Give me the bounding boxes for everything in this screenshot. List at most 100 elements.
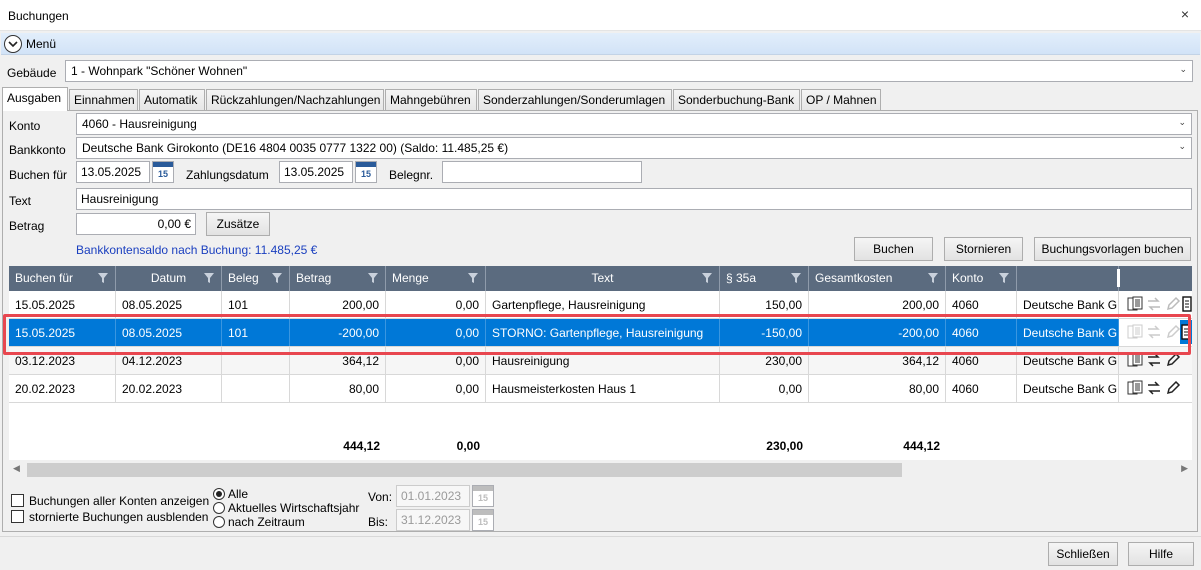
- filter-icon[interactable]: [203, 272, 215, 284]
- radio-period[interactable]: [213, 516, 225, 528]
- col-header-35a[interactable]: § 35a: [720, 266, 809, 291]
- horizontal-scrollbar[interactable]: ◀ ▶: [9, 460, 1192, 480]
- tab-automatik[interactable]: Automatik: [139, 89, 205, 110]
- buchen-fuer-input[interactable]: 13.05.2025: [76, 161, 150, 183]
- col-header-betrag[interactable]: Betrag: [290, 266, 386, 291]
- table-row[interactable]: 03.12.2023 04.12.2023 364,12 0,00 Hausre…: [9, 347, 1192, 375]
- calendar-icon[interactable]: 15: [355, 161, 377, 183]
- betrag-input[interactable]: 0,00 €: [76, 213, 196, 235]
- document-icon[interactable]: [1182, 296, 1192, 312]
- all-accounts-checkbox[interactable]: [11, 494, 24, 507]
- cell-35a: -150,00: [720, 319, 809, 346]
- stornieren-button[interactable]: Stornieren: [944, 237, 1023, 261]
- scroll-right-icon[interactable]: ▶: [1181, 463, 1188, 474]
- cell-bank: Deutsche Bank G: [1017, 375, 1119, 402]
- filter-icon[interactable]: [367, 272, 379, 284]
- col-header-actions: [1117, 266, 1192, 291]
- text-input[interactable]: Hausreinigung: [76, 188, 1192, 210]
- tab-rueckzahlungen[interactable]: Rückzahlungen/Nachzahlungen: [206, 89, 384, 110]
- menu-bar[interactable]: Menü: [1, 33, 1200, 55]
- table-row-selected[interactable]: 15.05.2025 08.05.2025 101 -200,00 0,00 S…: [9, 319, 1192, 347]
- cell-beleg: 101: [222, 319, 290, 346]
- menu-label[interactable]: Menü: [26, 37, 56, 51]
- cell-betrag: 80,00: [290, 375, 386, 402]
- total-35a: 230,00: [766, 439, 803, 453]
- pencil-icon[interactable]: [1165, 352, 1181, 368]
- radio-current-year[interactable]: [213, 502, 225, 514]
- transfer-icon[interactable]: [1146, 296, 1162, 312]
- belegnr-input[interactable]: [442, 161, 642, 183]
- pencil-icon[interactable]: [1165, 324, 1181, 340]
- row-actions: [1119, 347, 1192, 374]
- transfer-icon[interactable]: [1146, 352, 1162, 368]
- copy-icon[interactable]: [1127, 324, 1143, 340]
- tab-einnahmen[interactable]: Einnahmen: [69, 89, 138, 110]
- bankkonto-select[interactable]: Deutsche Bank Girokonto (DE16 4804 0035 …: [76, 137, 1192, 159]
- table-row[interactable]: 20.02.2023 20.02.2023 80,00 0,00 Hausmei…: [9, 375, 1192, 403]
- cell-35a: 150,00: [720, 291, 809, 318]
- copy-icon[interactable]: [1127, 352, 1143, 368]
- filter-icon[interactable]: [467, 272, 479, 284]
- radio-all[interactable]: [213, 488, 225, 500]
- tab-op-mahnen[interactable]: OP / Mahnen: [801, 89, 881, 110]
- calendar-icon[interactable]: 15: [472, 485, 494, 507]
- col-header-konto[interactable]: Konto: [946, 266, 1017, 291]
- cell-buchen-fuer: 03.12.2023: [9, 347, 116, 374]
- col-header-bank[interactable]: [1017, 266, 1119, 291]
- bis-input[interactable]: 31.12.2023: [396, 509, 470, 531]
- pencil-icon[interactable]: [1165, 380, 1181, 396]
- transfer-icon[interactable]: [1146, 380, 1162, 396]
- document-icon[interactable]: [1180, 320, 1192, 344]
- cell-beleg: 101: [222, 291, 290, 318]
- tab-ausgaben[interactable]: Ausgaben: [2, 87, 68, 111]
- tab-sonderbuchung-bank[interactable]: Sonderbuchung-Bank: [673, 89, 800, 110]
- filter-icon[interactable]: [97, 272, 109, 284]
- hide-cancelled-checkbox[interactable]: [11, 510, 24, 523]
- tab-mahngebuehren[interactable]: Mahngebühren: [385, 89, 477, 110]
- cell-konto: 4060: [946, 291, 1017, 318]
- zahlungsdatum-input[interactable]: 13.05.2025: [279, 161, 353, 183]
- schliessen-button[interactable]: Schließen: [1048, 542, 1118, 566]
- cell-35a: 230,00: [720, 347, 809, 374]
- cell-konto: 4060: [946, 347, 1017, 374]
- calendar-icon[interactable]: 15: [472, 509, 494, 531]
- col-header-datum[interactable]: Datum: [116, 266, 222, 291]
- von-input[interactable]: 01.01.2023: [396, 485, 470, 507]
- filter-icon[interactable]: [927, 272, 939, 284]
- konto-select[interactable]: 4060 - Hausreinigung ⌄: [76, 113, 1192, 135]
- col-header-menge[interactable]: Menge: [386, 266, 486, 291]
- tab-sonderzahlungen[interactable]: Sonderzahlungen/Sonderumlagen: [478, 89, 672, 110]
- filter-icon[interactable]: [271, 272, 283, 284]
- cell-menge: 0,00: [386, 319, 486, 346]
- col-header-gesamtkosten[interactable]: Gesamtkosten: [809, 266, 946, 291]
- copy-icon[interactable]: [1127, 296, 1143, 312]
- col-header-text[interactable]: Text: [486, 266, 720, 291]
- cell-konto: 4060: [946, 319, 1017, 346]
- scroll-left-icon[interactable]: ◀: [13, 463, 20, 474]
- col-header-beleg[interactable]: Beleg: [222, 266, 290, 291]
- cell-bank: Deutsche Bank G: [1017, 347, 1119, 374]
- calendar-icon[interactable]: 15: [152, 161, 174, 183]
- transfer-icon[interactable]: [1146, 324, 1162, 340]
- copy-icon[interactable]: [1127, 380, 1143, 396]
- filter-icon[interactable]: [701, 272, 713, 284]
- filter-icon[interactable]: [998, 272, 1010, 284]
- zusaetze-button[interactable]: Zusätze: [206, 212, 270, 236]
- chevron-down-icon[interactable]: [4, 35, 22, 53]
- footer: Schließen Hilfe: [0, 536, 1201, 570]
- col-header-buchen-fuer[interactable]: Buchen für: [9, 266, 116, 291]
- scrollbar-thumb[interactable]: [27, 463, 902, 477]
- hilfe-button[interactable]: Hilfe: [1128, 542, 1194, 566]
- filter-icon[interactable]: [790, 272, 802, 284]
- cell-gesamtkosten: 200,00: [809, 291, 946, 318]
- building-select[interactable]: 1 - Wohnpark "Schöner Wohnen" ⌄: [65, 60, 1193, 82]
- buchungsvorlagen-button[interactable]: Buchungsvorlagen buchen: [1034, 237, 1191, 261]
- betrag-label: Betrag: [9, 219, 45, 233]
- cell-gesamtkosten: 364,12: [809, 347, 946, 374]
- buchen-button[interactable]: Buchen: [854, 237, 933, 261]
- close-icon[interactable]: ×: [1177, 6, 1193, 22]
- pencil-icon[interactable]: [1165, 296, 1181, 312]
- table-row[interactable]: 15.05.2025 08.05.2025 101 200,00 0,00 Ga…: [9, 291, 1192, 319]
- radio-current-year-label: Aktuelles Wirtschaftsjahr: [228, 501, 360, 515]
- column-resize-handle[interactable]: [1117, 269, 1120, 287]
